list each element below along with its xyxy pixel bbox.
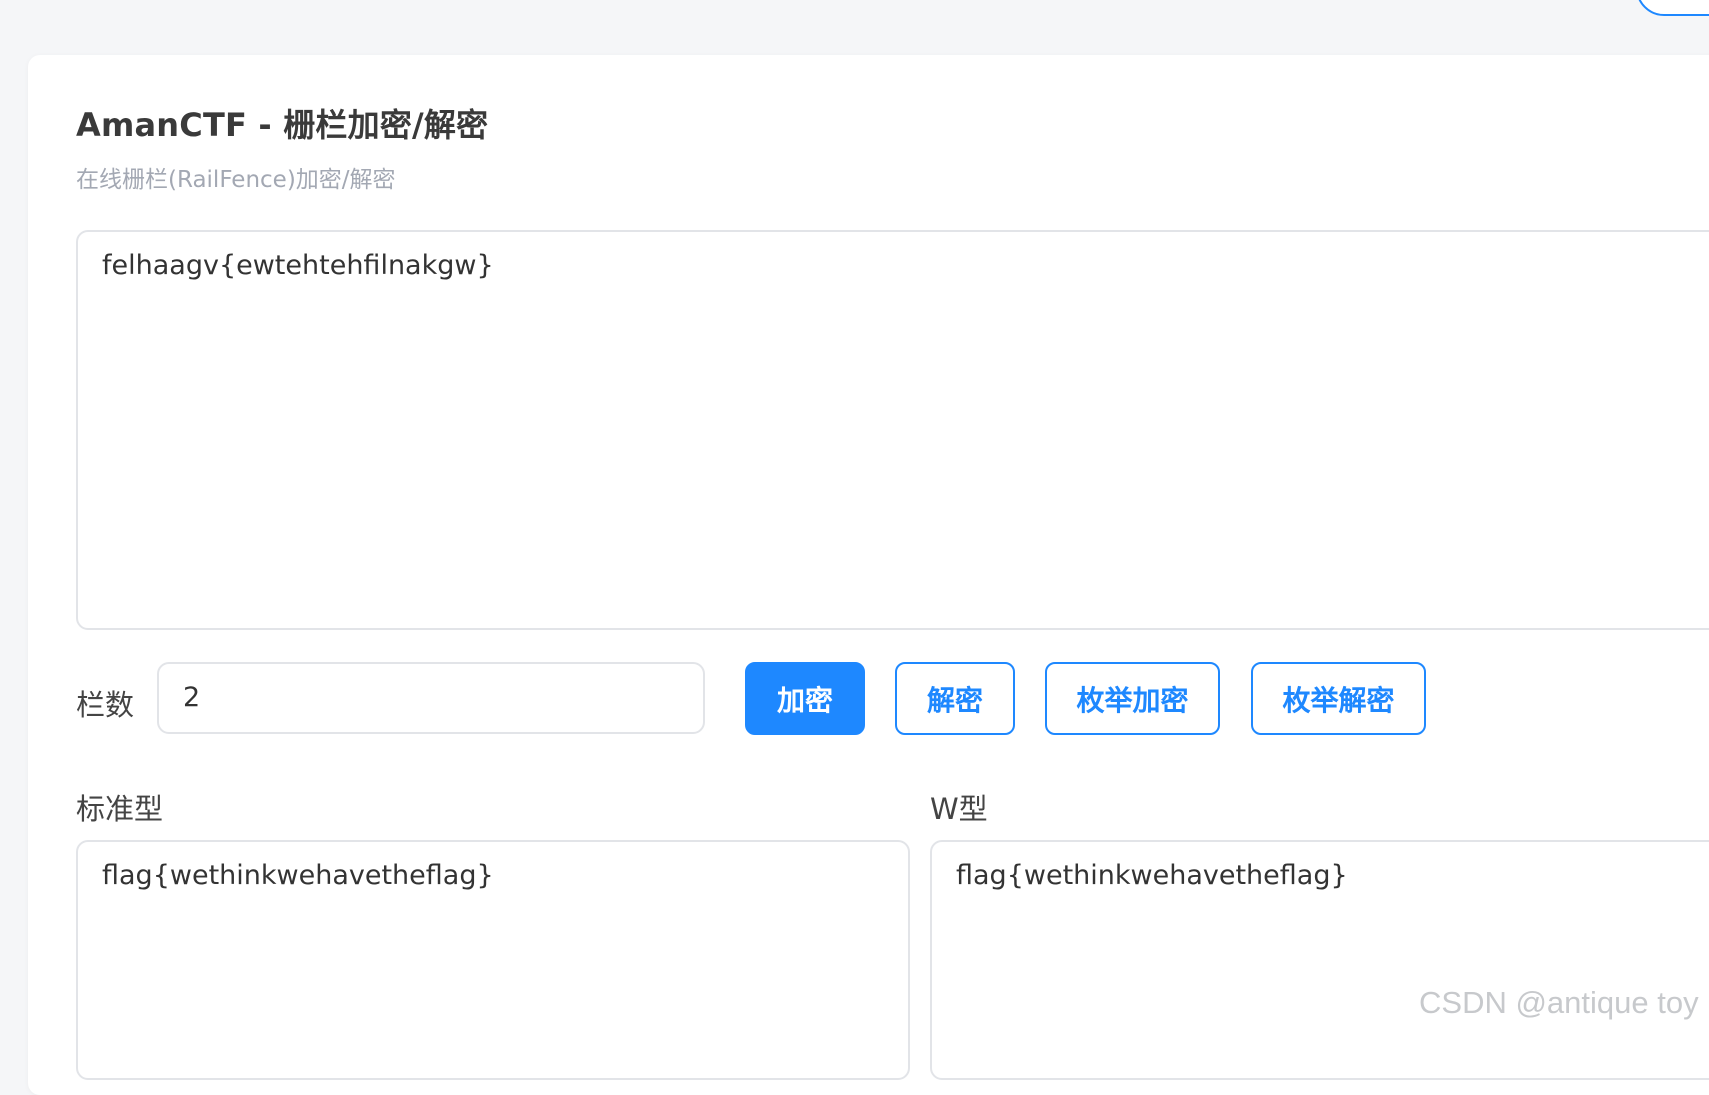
page-title: AmanCTF - 栅栏加密/解密 [76, 106, 489, 144]
w-output-textarea[interactable]: flag{wethinkwehavetheflag} [930, 840, 1709, 1080]
encrypt-button[interactable]: 加密 [745, 662, 865, 735]
rails-count-input[interactable]: 2 [157, 662, 705, 734]
page-subtitle: 在线栅栏(RailFence)加密/解密 [76, 167, 396, 193]
enumerate-encrypt-button[interactable]: 枚举加密 [1045, 662, 1220, 735]
cipher-text-input[interactable]: felhaagv{ewtehtehfilnakgw} [76, 230, 1709, 630]
standard-output-textarea[interactable]: flag{wethinkwehavetheflag} [76, 840, 910, 1080]
w-type-label: W型 [930, 792, 988, 826]
standard-type-label: 标准型 [76, 792, 164, 826]
top-right-button[interactable] [1636, 0, 1709, 16]
csdn-watermark: CSDN @antique toy [1419, 985, 1699, 1020]
decrypt-button[interactable]: 解密 [895, 662, 1015, 735]
rails-label: 栏数 [76, 688, 135, 722]
enumerate-decrypt-button[interactable]: 枚举解密 [1251, 662, 1426, 735]
